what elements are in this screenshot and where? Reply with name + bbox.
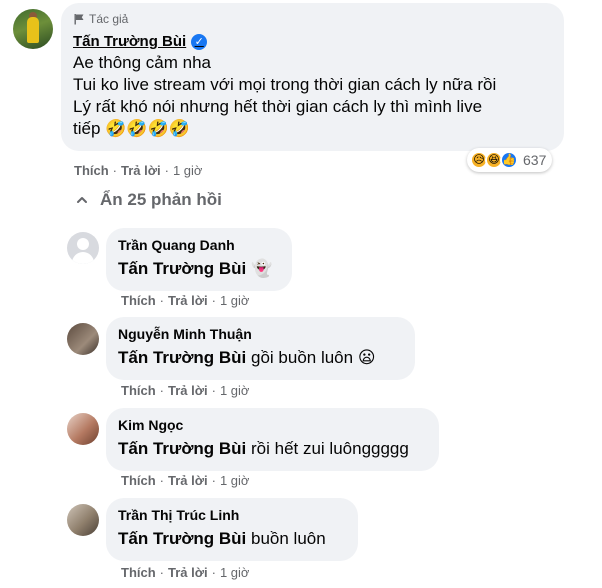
reply-author-name[interactable]: Trần Quang Danh bbox=[118, 236, 280, 254]
like-button[interactable]: Thích bbox=[121, 383, 156, 398]
reply-text: 👻 bbox=[246, 259, 273, 278]
comment-line: tiếp 🤣🤣🤣🤣 bbox=[73, 119, 190, 138]
author-badge-label: Tác giả bbox=[89, 12, 129, 26]
mention-link[interactable]: Tấn Trường Bùi bbox=[118, 348, 246, 367]
separator: · bbox=[112, 163, 118, 178]
chevron-up-icon bbox=[77, 197, 87, 203]
reply-bubble: Nguyễn Minh Thuận Tấn Trường Bùi gồi buồ… bbox=[106, 317, 415, 380]
separator: · bbox=[159, 565, 165, 580]
mention-link[interactable]: Tấn Trường Bùi bbox=[118, 259, 246, 278]
verified-check-icon: ✓ bbox=[191, 33, 208, 50]
comment-line: Lý rất khó nói nhưng hết thời gian cách … bbox=[73, 97, 483, 116]
reply-time[interactable]: 1 giờ bbox=[220, 473, 250, 488]
reply-button[interactable]: Trả lời bbox=[121, 163, 161, 178]
reply-avatar[interactable] bbox=[67, 413, 99, 445]
author-badge: Tác giả bbox=[73, 11, 552, 27]
reply-button[interactable]: Trả lời bbox=[168, 383, 208, 398]
like-reaction-icon: 👍 bbox=[500, 151, 518, 169]
reply-actions: Thích · Trả lời · 1 giờ bbox=[121, 473, 249, 488]
separator: · bbox=[159, 293, 165, 308]
mention-link[interactable]: Tấn Trường Bùi bbox=[118, 439, 246, 458]
reply-author-name[interactable]: Trần Thị Trúc Linh bbox=[118, 506, 346, 524]
hide-replies-button[interactable]: Ẩn 25 phản hồi bbox=[76, 190, 222, 210]
reaction-count: 637 bbox=[523, 152, 547, 168]
separator: · bbox=[211, 383, 216, 398]
reply-time[interactable]: 1 giờ bbox=[220, 565, 250, 580]
reply-bubble: Trần Quang Danh Tấn Trường Bùi 👻 bbox=[106, 228, 292, 291]
like-button[interactable]: Thích bbox=[74, 163, 109, 178]
reply-text: gồi buồn luôn 😦 bbox=[246, 348, 376, 367]
comment-author-name[interactable]: Tấn Trường Bùi bbox=[73, 33, 186, 50]
reply-text: buồn luôn bbox=[246, 529, 326, 548]
author-flag-icon bbox=[74, 14, 84, 25]
mention-link[interactable]: Tấn Trường Bùi bbox=[118, 529, 246, 548]
separator: · bbox=[159, 473, 165, 488]
separator: · bbox=[159, 383, 165, 398]
reply-author-name[interactable]: Kim Ngọc bbox=[118, 416, 427, 434]
separator: · bbox=[211, 565, 216, 580]
reply-time[interactable]: 1 giờ bbox=[220, 383, 250, 398]
reply-button[interactable]: Trả lời bbox=[168, 293, 208, 308]
separator: · bbox=[211, 293, 216, 308]
like-button[interactable]: Thích bbox=[121, 293, 156, 308]
reply-button[interactable]: Trả lời bbox=[168, 565, 208, 580]
comment-time[interactable]: 1 giờ bbox=[173, 163, 203, 178]
reply-text: rồi hết zui luônggggg bbox=[246, 439, 409, 458]
comment-actions: Thích · Trả lời · 1 giờ bbox=[74, 163, 202, 178]
comment-line: Tui ko live stream với mọi trong thời gi… bbox=[73, 75, 497, 94]
reply-time[interactable]: 1 giờ bbox=[220, 293, 250, 308]
like-button[interactable]: Thích bbox=[121, 473, 156, 488]
hide-replies-label: Ẩn 25 phản hồi bbox=[100, 190, 222, 209]
reply-avatar[interactable] bbox=[67, 232, 99, 264]
main-comment-bubble: Tác giả Tấn Trường Bùi ✓ Ae thông cảm nh… bbox=[61, 3, 564, 151]
reply-bubble: Trần Thị Trúc Linh Tấn Trường Bùi buồn l… bbox=[106, 498, 358, 561]
reaction-summary[interactable]: 😥 😆 👍 637 bbox=[467, 148, 553, 172]
reply-actions: Thích · Trả lời · 1 giờ bbox=[121, 565, 249, 580]
separator: · bbox=[164, 163, 169, 178]
reply-avatar[interactable] bbox=[67, 504, 99, 536]
comment-line: Ae thông cảm nha bbox=[73, 53, 211, 72]
comment-text: Ae thông cảm nha Tui ko live stream với … bbox=[73, 52, 552, 140]
reply-author-name[interactable]: Nguyễn Minh Thuận bbox=[118, 325, 403, 343]
separator: · bbox=[211, 473, 216, 488]
reply-avatar[interactable] bbox=[67, 323, 99, 355]
author-avatar[interactable] bbox=[13, 9, 53, 49]
reply-button[interactable]: Trả lời bbox=[168, 473, 208, 488]
reply-actions: Thích · Trả lời · 1 giờ bbox=[121, 383, 249, 398]
like-button[interactable]: Thích bbox=[121, 565, 156, 580]
reply-bubble: Kim Ngọc Tấn Trường Bùi rồi hết zui luôn… bbox=[106, 408, 439, 471]
reply-actions: Thích · Trả lời · 1 giờ bbox=[121, 293, 249, 308]
